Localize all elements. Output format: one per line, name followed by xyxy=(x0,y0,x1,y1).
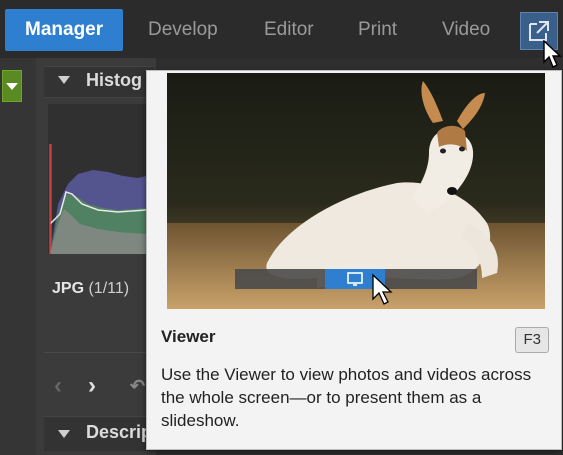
tooltip-description: Use the Viewer to view photos and videos… xyxy=(161,365,532,430)
collapse-triangle-icon[interactable] xyxy=(58,430,70,438)
tab-editor[interactable]: Editor xyxy=(264,9,314,51)
file-format: JPG xyxy=(52,280,85,297)
left-toolbar xyxy=(0,58,36,455)
tab-video[interactable]: Video xyxy=(442,9,490,51)
histogram-title: Histog xyxy=(86,70,142,90)
rotate-icon[interactable]: ↶ xyxy=(130,376,145,397)
dog-photo xyxy=(167,73,545,309)
viewer-tooltip: Viewer F3 Use the Viewer to view photos … xyxy=(146,70,562,450)
panel-toggle-button[interactable] xyxy=(2,70,22,102)
mouse-cursor-icon xyxy=(543,40,562,68)
previous-arrow-icon[interactable]: ‹ xyxy=(54,372,62,400)
collapse-triangle-icon[interactable] xyxy=(58,76,70,84)
divider xyxy=(44,352,154,353)
shortcut-badge: F3 xyxy=(515,327,549,353)
file-position: (1/11) xyxy=(88,280,130,297)
histogram-graph xyxy=(49,144,147,254)
description-title: Descrip xyxy=(86,422,153,442)
tooltip-title: Viewer xyxy=(161,327,216,346)
module-tab-bar: Manager Develop Editor Print Video xyxy=(0,0,563,58)
tab-manager[interactable]: Manager xyxy=(5,9,124,51)
tab-print[interactable]: Print xyxy=(358,9,397,51)
chevron-down-icon xyxy=(6,83,18,90)
file-info: JPG (1/11) xyxy=(52,280,129,298)
tab-develop[interactable]: Develop xyxy=(148,9,218,51)
tooltip-preview-image xyxy=(167,73,545,309)
next-arrow-icon[interactable]: › xyxy=(88,372,96,400)
histogram xyxy=(48,104,148,254)
